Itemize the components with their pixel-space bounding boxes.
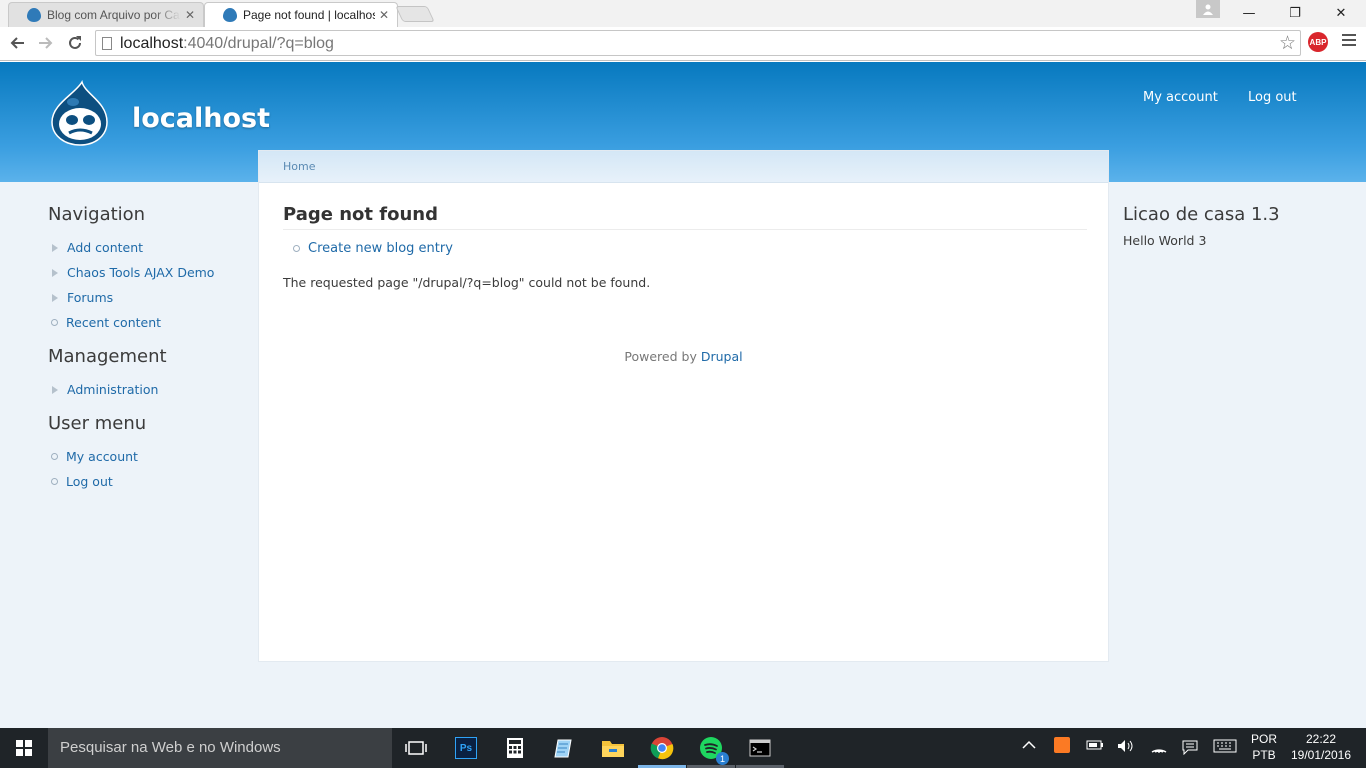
- header-log-out-link[interactable]: Log out: [1248, 90, 1297, 105]
- reload-icon[interactable]: [63, 32, 87, 54]
- site-name[interactable]: localhost: [132, 103, 270, 134]
- nav-link-forums[interactable]: Forums: [67, 290, 113, 305]
- block-title: Licao de casa 1.3: [1123, 204, 1280, 225]
- notepad-icon[interactable]: [550, 734, 578, 762]
- clock[interactable]: 22:22 19/01/2016: [1288, 731, 1354, 763]
- main-content: Home Page not found Create new blog entr…: [258, 150, 1109, 662]
- battery-icon[interactable]: [1086, 739, 1104, 755]
- close-tab-icon[interactable]: ✕: [379, 8, 389, 22]
- drupal-link[interactable]: Drupal: [701, 349, 743, 364]
- tab-title: Blog com Arquivo por Cat: [47, 8, 181, 22]
- calculator-icon[interactable]: [501, 734, 529, 762]
- not-found-message: The requested page "/drupal/?q=blog" cou…: [283, 275, 651, 290]
- expand-triangle-icon: [52, 268, 58, 277]
- sidebar-second: Licao de casa 1.3 Hello World 3: [1123, 204, 1343, 248]
- sidebar-first: Navigation Add content Chaos Tools AJAX …: [48, 204, 248, 494]
- close-window-button[interactable]: ✕: [1318, 0, 1364, 26]
- block-title: Management: [48, 346, 167, 367]
- block-title: Navigation: [48, 204, 146, 225]
- minimize-window-button[interactable]: —: [1226, 0, 1272, 26]
- expand-triangle-icon: [52, 243, 58, 252]
- browser-toolbar: localhost:4040/drupal/?q=blog ☆: [0, 27, 1366, 61]
- nav-link-administration[interactable]: Administration: [67, 382, 158, 397]
- profile-icon[interactable]: [1196, 0, 1220, 18]
- drupal-logo-icon[interactable]: [49, 80, 111, 146]
- address-bar[interactable]: localhost:4040/drupal/?q=blog ☆: [95, 30, 1301, 56]
- page-icon: [102, 37, 112, 50]
- nav-link-recent-content[interactable]: Recent content: [66, 315, 161, 330]
- windows-logo-icon: [16, 740, 32, 756]
- bookmark-star-icon[interactable]: ☆: [1279, 32, 1296, 54]
- file-explorer-icon[interactable]: [599, 734, 627, 762]
- action-center-icon[interactable]: [1181, 739, 1199, 759]
- management-block: Management Administration: [48, 346, 248, 402]
- navigation-block: Navigation Add content Chaos Tools AJAX …: [48, 204, 248, 335]
- address-url[interactable]: localhost:4040/drupal/?q=blog: [120, 35, 334, 53]
- spotify-icon[interactable]: 1: [697, 734, 729, 765]
- photoshop-icon[interactable]: Ps: [452, 734, 480, 762]
- browser-tab-strip: Blog com Arquivo por Cat ✕ Page not foun…: [0, 0, 1366, 27]
- nav-link-add-content[interactable]: Add content: [67, 240, 143, 255]
- show-hidden-icons-chevron-icon[interactable]: [1022, 739, 1036, 754]
- bullet-circle-icon: [293, 245, 300, 252]
- expand-triangle-icon: [52, 293, 58, 302]
- expand-triangle-icon: [52, 385, 58, 394]
- notification-badge: 1: [716, 752, 729, 765]
- taskbar-search-input[interactable]: Pesquisar na Web e no Windows: [48, 728, 392, 768]
- footer-text: Powered by: [624, 349, 701, 364]
- language-indicator[interactable]: POR PTB: [1248, 731, 1280, 763]
- restore-window-button[interactable]: ❐: [1272, 0, 1318, 26]
- action-links: Create new blog entry: [293, 241, 453, 256]
- breadcrumb: Home: [259, 151, 1108, 183]
- cmd-icon[interactable]: [746, 734, 774, 762]
- user-menu-log-out-link[interactable]: Log out: [66, 474, 113, 489]
- header-my-account-link[interactable]: My account: [1143, 90, 1218, 105]
- list-item: Recent content: [48, 310, 248, 335]
- task-view-icon[interactable]: [402, 734, 430, 762]
- divider: [283, 229, 1087, 230]
- bullet-circle-icon: [51, 319, 58, 326]
- start-button[interactable]: [0, 728, 48, 768]
- bullet-circle-icon: [51, 453, 58, 460]
- nav-link-chaos-tools[interactable]: Chaos Tools AJAX Demo: [67, 265, 214, 280]
- chrome-menu-icon[interactable]: [1342, 34, 1356, 49]
- xampp-icon[interactable]: [1054, 737, 1070, 753]
- windows-taskbar: Pesquisar na Web e no Windows Ps 1 POR P…: [0, 728, 1366, 768]
- block-body: Hello World 3: [1123, 233, 1207, 248]
- create-blog-entry-link[interactable]: Create new blog entry: [308, 241, 453, 256]
- back-arrow-icon[interactable]: [5, 32, 29, 54]
- close-tab-icon[interactable]: ✕: [185, 8, 195, 22]
- date: 19/01/2016: [1290, 748, 1352, 762]
- new-tab-button[interactable]: [395, 6, 435, 22]
- bullet-circle-icon: [51, 478, 58, 485]
- breadcrumb-home-link[interactable]: Home: [283, 160, 315, 173]
- volume-icon[interactable]: [1117, 739, 1135, 757]
- forward-arrow-icon[interactable]: [34, 32, 58, 54]
- list-item: Log out: [48, 469, 248, 494]
- user-menu-block: User menu My account Log out: [48, 413, 248, 494]
- list-item: Add content: [48, 235, 248, 260]
- time: 22:22: [1305, 732, 1337, 746]
- keyboard-icon[interactable]: [1213, 739, 1237, 757]
- page-title: Page not found: [283, 204, 438, 225]
- tab-title: Page not found | localhost: [243, 8, 375, 22]
- drupal-favicon-icon: [27, 8, 41, 22]
- list-item: My account: [48, 444, 248, 469]
- chrome-icon[interactable]: [648, 734, 676, 762]
- drupal-favicon-icon: [223, 8, 237, 22]
- block-title: User menu: [48, 413, 147, 434]
- tab-blog-arquivo[interactable]: Blog com Arquivo por Cat ✕: [8, 2, 204, 27]
- tab-page-not-found[interactable]: Page not found | localhost ✕: [204, 2, 398, 27]
- site-footer: Powered by Drupal: [259, 349, 1108, 364]
- wifi-icon[interactable]: [1150, 739, 1168, 757]
- drupal-page: localhost My account Log out Navigation …: [0, 62, 1366, 728]
- user-menu-my-account-link[interactable]: My account: [66, 449, 138, 464]
- list-item: Forums: [48, 285, 248, 310]
- list-item: Administration: [48, 377, 248, 402]
- list-item: Chaos Tools AJAX Demo: [48, 260, 248, 285]
- adblock-plus-icon[interactable]: ABP: [1308, 32, 1328, 52]
